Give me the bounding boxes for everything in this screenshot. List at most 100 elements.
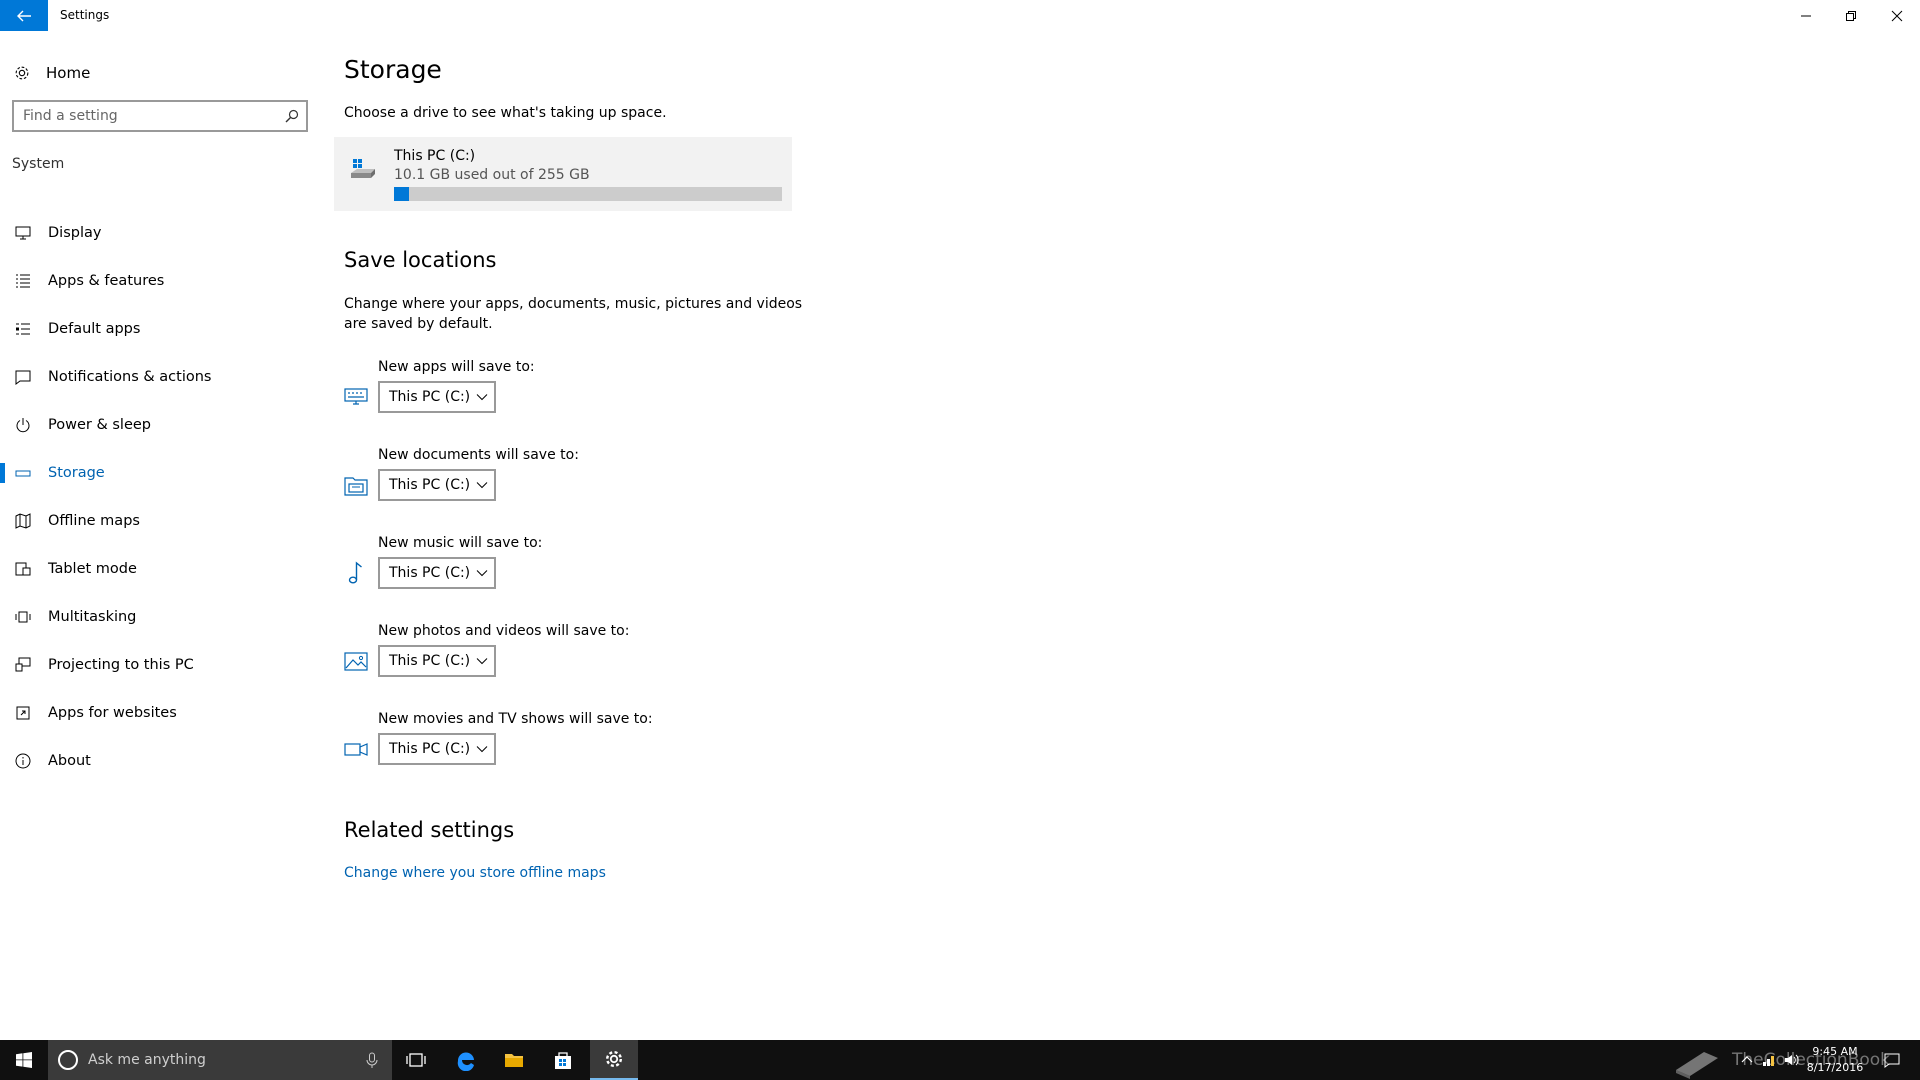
sidebar-item-label: Projecting to this PC: [48, 657, 194, 673]
clock-time: 9:45 AM: [1812, 1045, 1858, 1058]
drive-usage-bar-fill: [394, 187, 410, 201]
clock-date: 8/17/2016: [1806, 1061, 1864, 1074]
back-button[interactable]: [0, 0, 48, 31]
sidebar-item-tablet-mode[interactable]: Tablet mode: [0, 545, 320, 593]
drive-tile-c[interactable]: This PC (C:) 10.1 GB used out of 255 GB: [334, 137, 792, 211]
save-row-label: New apps will save to:: [378, 359, 535, 375]
start-button[interactable]: [0, 1040, 48, 1080]
store-button[interactable]: [539, 1040, 587, 1080]
windows-logo-icon: [16, 1052, 32, 1068]
restore-button[interactable]: [1828, 0, 1874, 31]
sidebar-item-display[interactable]: Display: [0, 209, 320, 257]
settings-taskbar-button[interactable]: [590, 1040, 638, 1080]
select-value: This PC (C:): [389, 389, 471, 405]
save-row-label: New documents will save to:: [378, 447, 579, 463]
photos-save-location-select[interactable]: This PC (C:): [378, 645, 496, 677]
select-value: This PC (C:): [389, 653, 471, 669]
back-arrow-icon: [17, 10, 31, 21]
drive-name: This PC (C:): [394, 148, 476, 164]
sidebar-item-notifications[interactable]: Notifications & actions: [0, 353, 320, 401]
edge-button[interactable]: [442, 1040, 490, 1080]
volume-button[interactable]: [1780, 1040, 1802, 1080]
save-row-music: New music will save to: This PC (C:): [344, 535, 844, 607]
chevron-up-icon: [1741, 1056, 1753, 1063]
close-button[interactable]: [1874, 0, 1920, 31]
documents-icon: [344, 473, 368, 497]
sidebar-item-label: Power & sleep: [48, 417, 151, 433]
window-title: Settings: [60, 8, 110, 22]
save-locations-title: Save locations: [344, 248, 497, 272]
volume-icon: [1785, 1054, 1799, 1066]
select-value: This PC (C:): [389, 741, 471, 757]
show-hidden-icons-button[interactable]: [1736, 1040, 1758, 1080]
sidebar-home-label: Home: [46, 64, 91, 82]
restore-icon: [1846, 10, 1856, 21]
apps-keyboard-icon: [344, 385, 368, 409]
file-explorer-button[interactable]: [490, 1040, 538, 1080]
taskbar-search-box[interactable]: Ask me anything: [48, 1040, 392, 1080]
minimize-icon: [1801, 15, 1811, 16]
storage-icon: [14, 464, 32, 482]
info-icon: [14, 752, 32, 770]
network-button[interactable]: [1758, 1040, 1780, 1080]
music-save-location-select[interactable]: This PC (C:): [378, 557, 496, 589]
sidebar-item-apps-websites[interactable]: Apps for websites: [0, 689, 320, 737]
sidebar-nav: Display Apps & features Default apps Not…: [0, 209, 320, 785]
search-icon[interactable]: [285, 109, 299, 123]
photo-icon: [344, 649, 368, 673]
sidebar-item-about[interactable]: About: [0, 737, 320, 785]
microphone-icon[interactable]: [366, 1052, 378, 1068]
documents-save-location-select[interactable]: This PC (C:): [378, 469, 496, 501]
sidebar-item-offline-maps[interactable]: Offline maps: [0, 497, 320, 545]
sidebar-item-power-sleep[interactable]: Power & sleep: [0, 401, 320, 449]
sidebar-item-label: Storage: [48, 465, 105, 481]
gear-icon: [605, 1050, 623, 1068]
sidebar-item-label: Tablet mode: [48, 561, 137, 577]
drive-icon: [351, 159, 375, 178]
settings-search-box[interactable]: [12, 100, 308, 132]
sidebar-item-label: Apps for websites: [48, 705, 177, 721]
sidebar-item-label: Default apps: [48, 321, 141, 337]
gear-icon: [12, 63, 32, 83]
cortana-icon: [58, 1050, 78, 1070]
sidebar-item-label: Apps & features: [48, 273, 165, 289]
sidebar: Home System Display Apps & features Defa…: [0, 39, 320, 1038]
sidebar-item-label: Offline maps: [48, 513, 140, 529]
sidebar-item-multitasking[interactable]: Multitasking: [0, 593, 320, 641]
taskbar-clock[interactable]: 9:45 AM 8/17/2016: [1800, 1044, 1870, 1076]
save-row-documents: New documents will save to: This PC (C:): [344, 447, 844, 519]
action-center-button[interactable]: [1872, 1040, 1912, 1080]
apps-save-location-select[interactable]: This PC (C:): [378, 381, 496, 413]
sidebar-item-label: Display: [48, 225, 102, 241]
action-center-icon: [1884, 1053, 1900, 1068]
multitasking-icon: [14, 608, 32, 626]
offline-maps-storage-link[interactable]: Change where you store offline maps: [344, 865, 606, 881]
sidebar-item-label: Multitasking: [48, 609, 137, 625]
save-row-apps: New apps will save to: This PC (C:): [344, 359, 844, 431]
sidebar-item-label: Notifications & actions: [48, 369, 212, 385]
drive-usage-bar: [394, 187, 782, 201]
minimize-button[interactable]: [1783, 0, 1829, 31]
sidebar-item-apps-features[interactable]: Apps & features: [0, 257, 320, 305]
sidebar-item-projecting[interactable]: Projecting to this PC: [0, 641, 320, 689]
save-locations-description: Change where your apps, documents, music…: [344, 296, 803, 332]
sidebar-home[interactable]: Home: [12, 59, 90, 87]
sidebar-item-storage[interactable]: Storage: [0, 449, 320, 497]
section-label-system: System: [12, 156, 65, 172]
store-bag-icon: [555, 1052, 571, 1069]
save-row-movies: New movies and TV shows will save to: Th…: [344, 711, 844, 783]
related-settings-title: Related settings: [344, 818, 515, 842]
settings-search-input[interactable]: [23, 108, 273, 124]
chevron-down-icon: [476, 394, 488, 401]
notification-icon: [14, 368, 32, 386]
taskbar: Ask me anything TheCollectionBook 9:45 A…: [0, 1040, 1920, 1080]
tablet-icon: [14, 560, 32, 578]
movies-save-location-select[interactable]: This PC (C:): [378, 733, 496, 765]
page-title: Storage: [344, 55, 442, 84]
save-row-label: New music will save to:: [378, 535, 543, 551]
book-logo-icon: [1676, 1052, 1718, 1079]
task-view-button[interactable]: [392, 1040, 440, 1080]
sidebar-item-default-apps[interactable]: Default apps: [0, 305, 320, 353]
chevron-down-icon: [476, 658, 488, 665]
list-icon: [14, 272, 32, 290]
